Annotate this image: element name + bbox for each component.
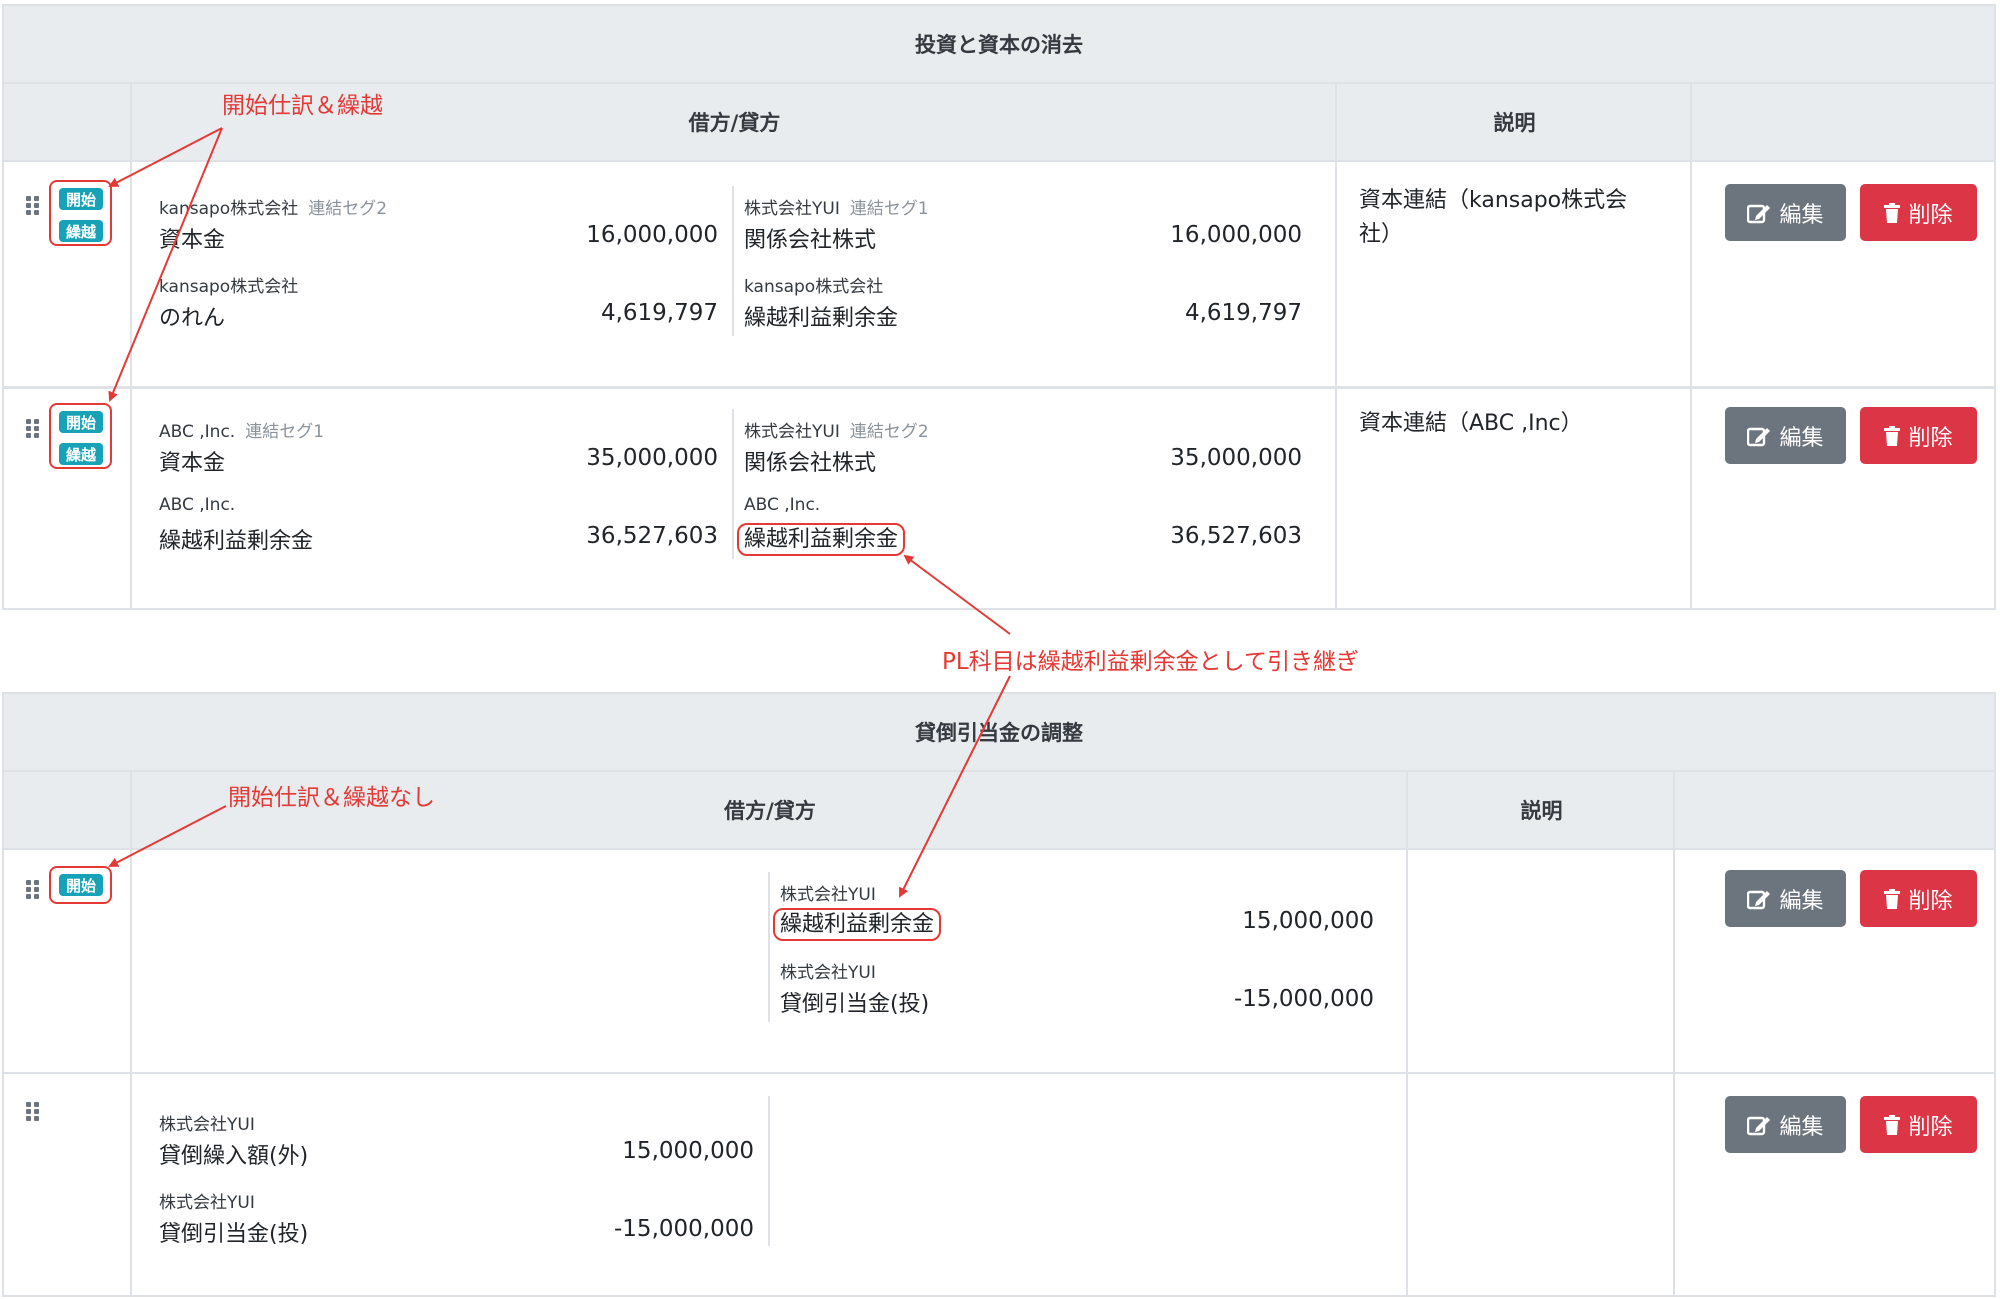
debit-amount: 36,527,603 <box>586 523 718 549</box>
row-description: 資本連結（ABC ,Inc） <box>1359 411 1583 436</box>
debit-amount: 16,000,000 <box>586 222 718 248</box>
debit-account: 資本金 <box>159 228 226 253</box>
debit-company: kansapo株式会社 連結セグ2 <box>159 199 388 219</box>
debit-amount: 15,000,000 <box>622 1138 754 1164</box>
credit-account: 関係会社株式 <box>744 451 877 476</box>
edit-button[interactable]: 編集 <box>1725 184 1846 241</box>
trash-icon <box>1884 202 1901 223</box>
debit-company: kansapo株式会社 <box>159 277 299 297</box>
credit-account-highlighted: 繰越利益剰余金 <box>773 906 942 941</box>
trash-icon <box>1884 1114 1901 1135</box>
debit-credit-divider <box>732 409 734 559</box>
drag-handle-icon[interactable] <box>26 196 40 216</box>
delete-button[interactable]: 削除 <box>1860 184 1977 241</box>
edit-label: 編集 <box>1779 425 1824 451</box>
delete-button[interactable]: 削除 <box>1860 1096 1977 1153</box>
debit-company: 株式会社YUI <box>159 1193 255 1213</box>
debit-account: 貸倒繰入額(外) <box>159 1144 309 1169</box>
section-title: 貸倒引当金の調整 <box>4 694 1994 772</box>
credit-account: 繰越利益剰余金 <box>744 306 899 331</box>
segment-label: 連結セグ2 <box>849 422 929 442</box>
delete-label: 削除 <box>1908 1114 1953 1140</box>
credit-amount: -15,000,000 <box>1234 986 1374 1012</box>
segment-label: 連結セグ1 <box>849 199 929 219</box>
segment-label: 連結セグ2 <box>308 199 388 219</box>
debit-credit-divider <box>732 186 734 336</box>
credit-account: 貸倒引当金(投) <box>780 992 930 1017</box>
credit-amount: 36,527,603 <box>1170 523 1302 549</box>
badge-carryover: 繰越 <box>59 220 103 242</box>
journal-row: 開始 株式会社YUI 繰越利益剰余金 15,000,000 株式会社YUI 貸倒… <box>4 850 1994 1072</box>
segment-label: 連結セグ1 <box>245 422 325 442</box>
journal-row: 開始 繰越 kansapo株式会社 連結セグ2 資本金 16,000,000 ka… <box>4 162 1994 386</box>
edit-label: 編集 <box>1779 1114 1824 1140</box>
trash-icon <box>1884 888 1901 909</box>
column-header-description: 説明 <box>1520 799 1563 823</box>
debit-account: のれん <box>159 306 226 331</box>
drag-handle-icon[interactable] <box>26 419 40 439</box>
edit-icon <box>1747 204 1771 223</box>
journal-row: 株式会社YUI 貸倒繰入額(外) 15,000,000 株式会社YUI 貸倒引当… <box>4 1074 1994 1295</box>
credit-amount: 16,000,000 <box>1170 222 1302 248</box>
journal-row: 開始 繰越 ABC ,Inc. 連結セグ1 資本金 35,000,000 ABC … <box>4 389 1994 608</box>
edit-icon <box>1747 1116 1771 1135</box>
credit-company: 株式会社YUI 連結セグ1 <box>744 199 929 219</box>
credit-account-highlighted: 繰越利益剰余金 <box>737 521 906 556</box>
annotation-opening-no-carryover: 開始仕訳＆繰越なし <box>228 785 435 811</box>
annotation-pl-carryover: PL科目は繰越利益剰余金として引き継ぎ <box>942 649 1359 675</box>
delete-label: 削除 <box>1908 888 1953 914</box>
debit-company: ABC ,Inc. 連結セグ1 <box>159 422 325 442</box>
debit-credit-divider <box>768 1096 770 1246</box>
section-title: 投資と資本の消去 <box>4 6 1994 84</box>
edit-icon <box>1747 890 1771 909</box>
delete-label: 削除 <box>1908 425 1953 451</box>
delete-button[interactable]: 削除 <box>1860 870 1977 927</box>
credit-company: 株式会社YUI <box>780 963 876 983</box>
debit-amount: 35,000,000 <box>586 445 718 471</box>
badge-group: 開始 <box>49 866 112 904</box>
edit-button[interactable]: 編集 <box>1725 407 1846 464</box>
drag-handle-icon[interactable] <box>26 880 40 900</box>
debit-credit-divider <box>768 872 770 1022</box>
debit-account: 繰越利益剰余金 <box>159 529 314 554</box>
edit-button[interactable]: 編集 <box>1725 870 1846 927</box>
debit-account: 貸倒引当金(投) <box>159 1222 309 1247</box>
debit-company: 株式会社YUI <box>159 1115 255 1135</box>
trash-icon <box>1884 425 1901 446</box>
drag-handle-icon[interactable] <box>26 1102 40 1122</box>
edit-label: 編集 <box>1779 202 1824 228</box>
debit-amount: -15,000,000 <box>614 1216 754 1242</box>
edit-button[interactable]: 編集 <box>1725 1096 1846 1153</box>
debit-account: 資本金 <box>159 451 226 476</box>
delete-label: 削除 <box>1908 202 1953 228</box>
credit-company: kansapo株式会社 <box>744 277 884 297</box>
annotation-opening-carryover: 開始仕訳＆繰越 <box>222 93 383 119</box>
credit-amount: 35,000,000 <box>1170 445 1302 471</box>
credit-amount: 4,619,797 <box>1184 300 1302 326</box>
debit-company: ABC ,Inc. <box>159 495 236 515</box>
credit-account: 関係会社株式 <box>744 228 877 253</box>
debit-amount: 4,619,797 <box>600 300 718 326</box>
badge-opening: 開始 <box>59 188 103 210</box>
credit-amount: 15,000,000 <box>1242 908 1374 934</box>
badge-opening: 開始 <box>59 874 103 896</box>
row-description: 資本連結（kansapo株式会社） <box>1359 188 1628 247</box>
credit-company: ABC ,Inc. <box>744 495 821 515</box>
credit-company: 株式会社YUI <box>780 885 876 905</box>
edit-icon <box>1747 427 1771 446</box>
delete-button[interactable]: 削除 <box>1860 407 1977 464</box>
edit-label: 編集 <box>1779 888 1824 914</box>
badge-carryover: 繰越 <box>59 443 103 465</box>
badge-group: 開始 繰越 <box>49 403 112 469</box>
badge-opening: 開始 <box>59 411 103 433</box>
column-header-description: 説明 <box>1493 111 1536 135</box>
badge-group: 開始 繰越 <box>49 180 112 246</box>
credit-company: 株式会社YUI 連結セグ2 <box>744 422 929 442</box>
